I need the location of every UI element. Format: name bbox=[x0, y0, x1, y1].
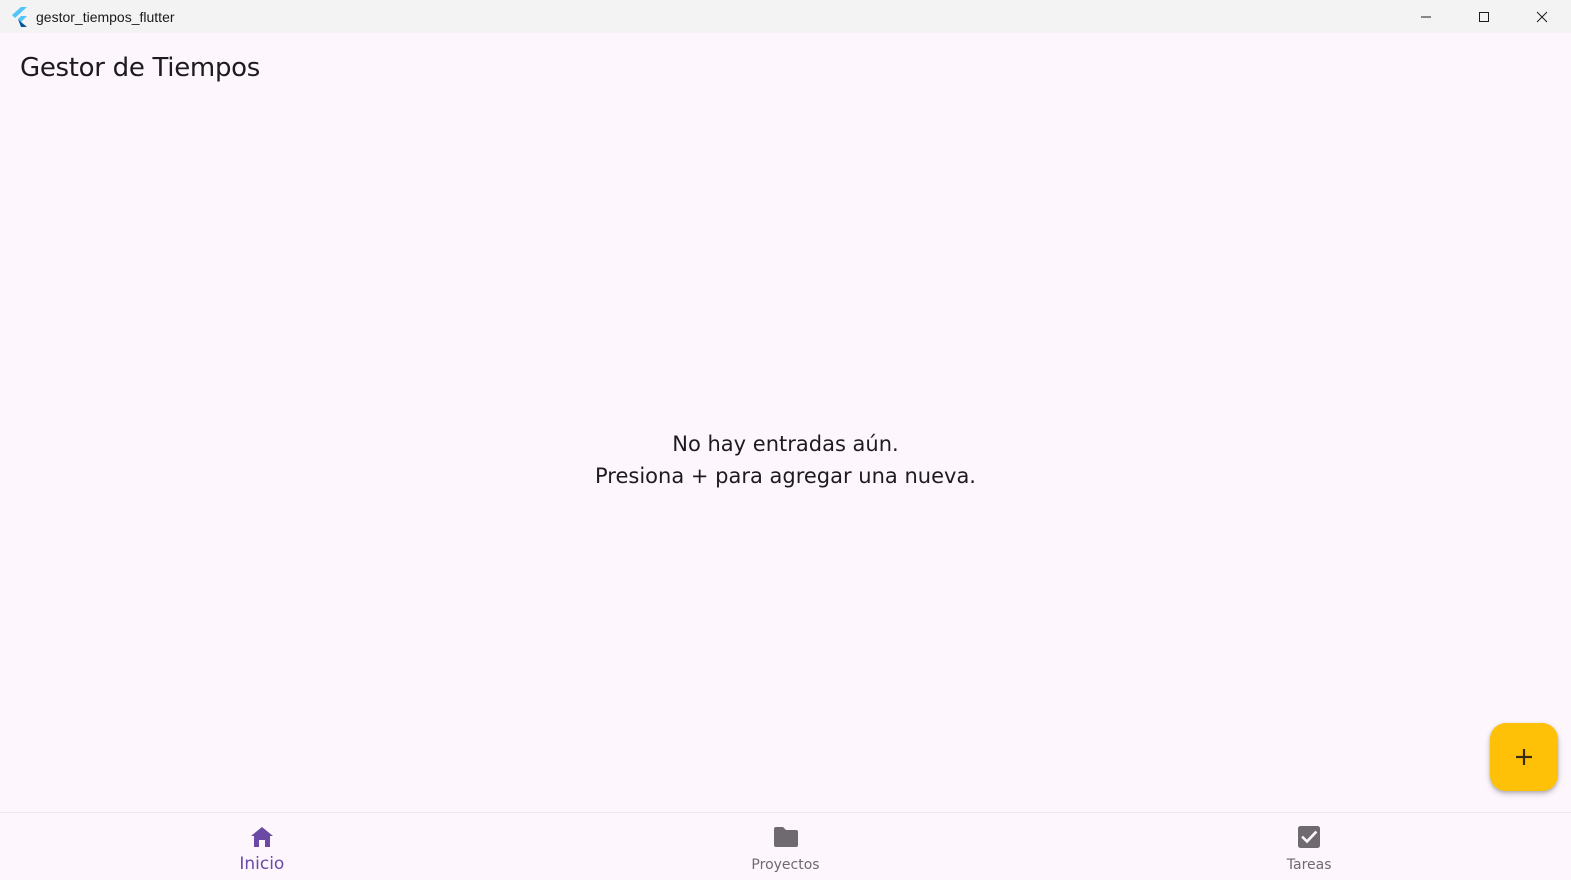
flutter-logo-icon bbox=[10, 6, 30, 27]
nav-item-tareas[interactable]: Tareas bbox=[1047, 813, 1571, 880]
main-content: No hay entradas aún. Presiona + para agr… bbox=[0, 105, 1571, 812]
maximize-icon bbox=[1479, 11, 1489, 22]
nav-item-inicio[interactable]: Inicio bbox=[0, 813, 524, 880]
empty-state-line-1: No hay entradas aún. bbox=[672, 432, 899, 456]
close-button[interactable] bbox=[1513, 0, 1571, 33]
minimize-button[interactable] bbox=[1397, 0, 1455, 33]
checkbox-icon bbox=[1295, 823, 1323, 851]
add-entry-button[interactable] bbox=[1490, 723, 1558, 791]
bottom-navigation-bar: Inicio Proyectos Tareas bbox=[0, 812, 1571, 880]
title-bar: gestor_tiempos_flutter bbox=[0, 0, 1571, 33]
nav-label-inicio: Inicio bbox=[239, 854, 285, 874]
nav-label-tareas: Tareas bbox=[1286, 857, 1332, 873]
maximize-button[interactable] bbox=[1455, 0, 1513, 33]
close-icon bbox=[1536, 11, 1548, 22]
empty-state-message: No hay entradas aún. Presiona + para agr… bbox=[0, 428, 1571, 492]
app-window: gestor_tiempos_flutter Gestor de Tiempos… bbox=[0, 0, 1571, 880]
nav-item-proyectos[interactable]: Proyectos bbox=[524, 813, 1048, 880]
empty-state-line-2: Presiona + para agregar una nueva. bbox=[595, 464, 976, 488]
window-title: gestor_tiempos_flutter bbox=[36, 8, 175, 25]
page-title: Gestor de Tiempos bbox=[20, 53, 260, 83]
nav-label-proyectos: Proyectos bbox=[751, 857, 820, 873]
window-controls bbox=[1397, 0, 1571, 33]
minimize-icon bbox=[1421, 16, 1431, 17]
app-bar: Gestor de Tiempos bbox=[0, 33, 1571, 105]
add-icon bbox=[1516, 749, 1532, 765]
folder-icon bbox=[772, 823, 800, 851]
home-icon bbox=[248, 823, 276, 851]
